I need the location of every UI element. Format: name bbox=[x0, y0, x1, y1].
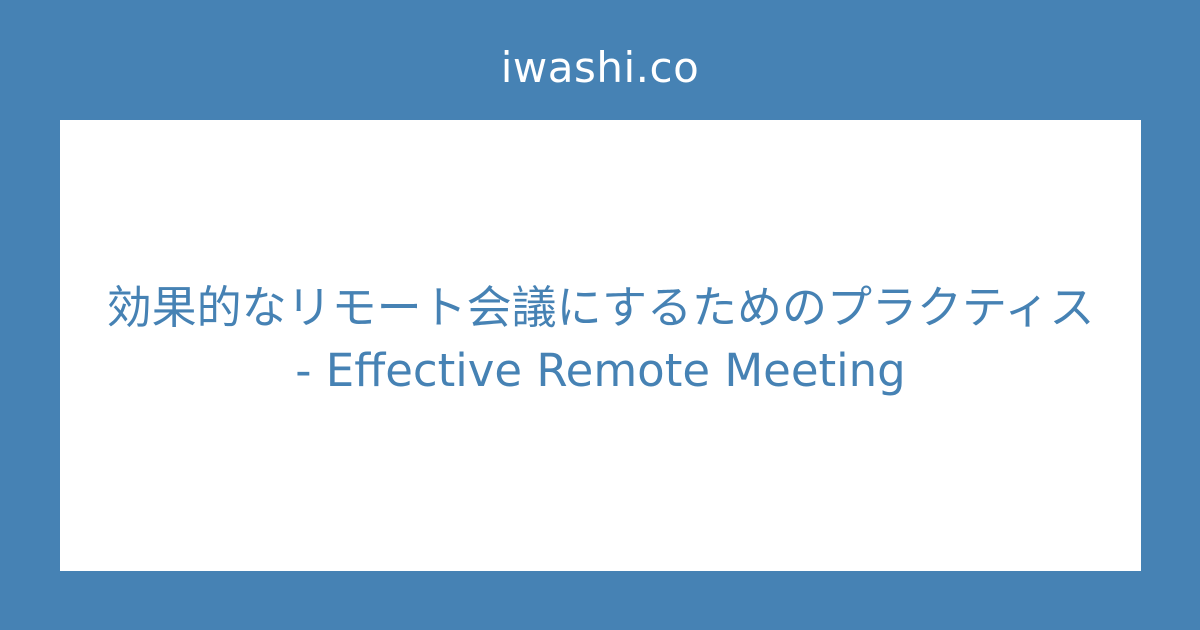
site-name: iwashi.co bbox=[500, 43, 700, 92]
article-title: 効果的なリモート会議にするためのプラクティス - Effective Remot… bbox=[106, 280, 1095, 397]
title-card: 効果的なリモート会議にするためのプラクティス - Effective Remot… bbox=[60, 120, 1141, 571]
